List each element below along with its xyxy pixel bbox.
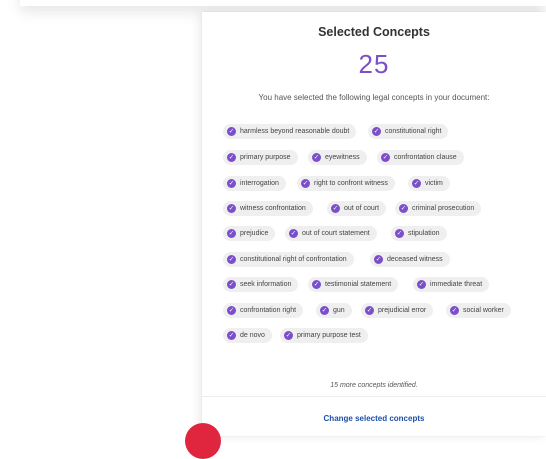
concept-label: de novo [240,332,265,339]
check-circle-icon: ✓ [320,306,329,315]
concept-chip[interactable]: ✓ right to confront witness [297,176,395,191]
check-circle-icon: ✓ [284,331,293,340]
concept-label: testimonial statement [325,281,392,288]
concept-chip[interactable]: ✓ prejudice [223,226,276,241]
concept-chip[interactable]: ✓ primary purpose test [280,328,368,343]
check-circle-icon: ✓ [301,179,310,188]
change-concepts-link[interactable]: Change selected concepts [202,414,546,423]
concept-chip[interactable]: ✓ out of court [327,201,387,216]
concept-label: constitutional right [385,128,442,135]
check-circle-icon: ✓ [312,153,321,162]
check-circle-icon: ✓ [289,229,298,238]
notification-badge[interactable] [185,423,221,459]
concept-chip[interactable]: ✓ witness confrontation [223,201,313,216]
concept-chip[interactable]: ✓ stipulation [391,226,447,241]
check-circle-icon: ✓ [227,229,236,238]
concept-label: immediate threat [430,281,483,288]
concept-chip[interactable]: ✓ constitutional right [368,124,449,139]
check-circle-icon: ✓ [374,255,383,264]
concept-chip[interactable]: ✓ prejudicial error [361,303,434,318]
check-circle-icon: ✓ [395,229,404,238]
concept-label: social worker [463,307,504,314]
check-circle-icon: ✓ [399,204,408,213]
check-circle-icon: ✓ [227,153,236,162]
selected-concepts-panel: Selected Concepts 25 You have selected t… [202,12,546,436]
check-circle-icon: ✓ [365,306,374,315]
concept-label: out of court [344,205,380,212]
concept-label: eyewitness [325,154,360,161]
concept-label: prejudice [240,230,269,237]
concept-chip[interactable]: ✓ seek information [223,277,299,292]
concept-chip[interactable]: ✓ constitutional right of confrontation [223,252,354,267]
more-concepts-note: 15 more concepts identified. [330,382,418,389]
check-circle-icon: ✓ [227,280,236,289]
concept-label: out of court statement [302,230,370,237]
check-circle-icon: ✓ [227,127,236,136]
concept-chip[interactable]: ✓ social worker [446,303,511,318]
concept-label: witness confrontation [240,205,306,212]
check-circle-icon: ✓ [227,179,236,188]
concept-label: right to confront witness [314,180,388,187]
concept-chip[interactable]: ✓ criminal prosecution [395,201,482,216]
concept-label: stipulation [408,230,440,237]
concept-chip[interactable]: ✓ victim [408,176,450,191]
check-circle-icon: ✓ [331,204,340,213]
concept-chip[interactable]: ✓ harmless beyond reasonable doubt [223,124,357,139]
check-circle-icon: ✓ [412,179,421,188]
concept-label: deceased witness [387,256,443,263]
concept-chip[interactable]: ✓ immediate threat [413,277,490,292]
check-circle-icon: ✓ [227,255,236,264]
concept-label: gun [333,307,345,314]
divider [202,396,546,397]
background-card [20,0,546,6]
concept-chip[interactable]: ✓ primary purpose [223,150,298,165]
concept-chip-list: ✓ harmless beyond reasonable doubt ✓ const… [202,12,546,352]
concept-label: interrogation [240,180,279,187]
concept-label: primary purpose test [297,332,361,339]
concept-chip[interactable]: ✓ testimonial statement [308,277,399,292]
concept-chip[interactable]: ✓ out of court statement [285,226,377,241]
concept-chip[interactable]: ✓ confrontation right [223,303,304,318]
concept-label: confrontation clause [394,154,457,161]
check-circle-icon: ✓ [450,306,459,315]
concept-chip[interactable]: ✓ interrogation [223,176,286,191]
check-circle-icon: ✓ [417,280,426,289]
check-circle-icon: ✓ [227,331,236,340]
concept-label: primary purpose [240,154,291,161]
concept-label: victim [425,180,443,187]
concept-label: prejudicial error [378,307,427,314]
check-circle-icon: ✓ [381,153,390,162]
concept-chip[interactable]: ✓ confrontation clause [377,150,464,165]
concept-label: seek information [240,281,292,288]
concept-label: harmless beyond reasonable doubt [240,128,350,135]
check-circle-icon: ✓ [372,127,381,136]
concept-chip[interactable]: ✓ deceased witness [370,252,450,267]
concept-label: confrontation right [240,307,297,314]
concept-chip[interactable]: ✓ eyewitness [308,150,367,165]
concept-label: criminal prosecution [412,205,475,212]
check-circle-icon: ✓ [312,280,321,289]
concept-label: constitutional right of confrontation [240,256,347,263]
check-circle-icon: ✓ [227,204,236,213]
concept-chip[interactable]: ✓ de novo [223,328,272,343]
concept-chip[interactable]: ✓ gun [316,303,352,318]
check-circle-icon: ✓ [227,306,236,315]
